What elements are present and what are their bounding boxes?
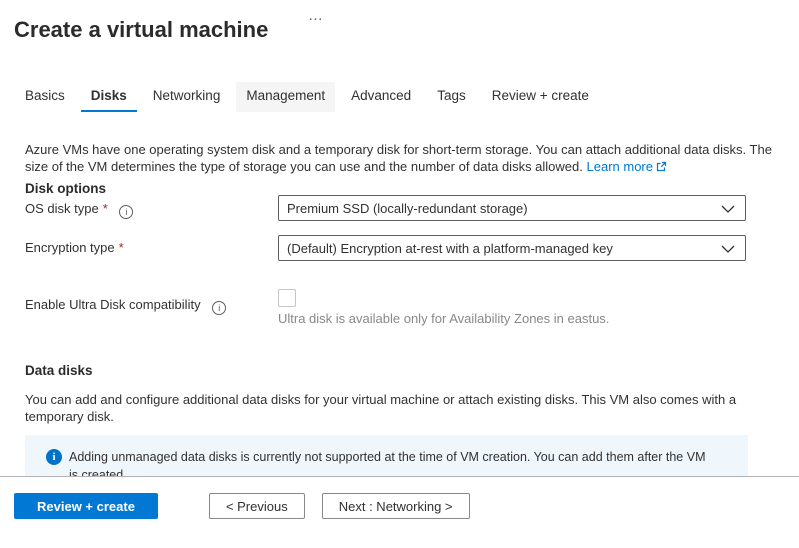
encryption-type-label: Encryption type * bbox=[25, 240, 124, 255]
footer-bar: Review + create < Previous Next : Networ… bbox=[0, 476, 799, 548]
encryption-type-label-text: Encryption type bbox=[25, 240, 115, 255]
tab-networking[interactable]: Networking bbox=[143, 82, 231, 112]
next-networking-button[interactable]: Next : Networking > bbox=[322, 493, 470, 519]
data-disks-heading: Data disks bbox=[25, 363, 93, 378]
data-disks-description: You can add and configure additional dat… bbox=[25, 391, 773, 425]
disk-options-heading: Disk options bbox=[25, 181, 106, 196]
tab-bar: Basics Disks Networking Management Advan… bbox=[25, 82, 605, 112]
chevron-down-icon bbox=[721, 201, 735, 216]
previous-button[interactable]: < Previous bbox=[209, 493, 305, 519]
tab-disks[interactable]: Disks bbox=[81, 82, 137, 112]
ultra-disk-checkbox[interactable] bbox=[278, 289, 296, 307]
ultra-disk-label-text: Enable Ultra Disk compatibility bbox=[25, 297, 201, 312]
external-link-icon bbox=[656, 159, 667, 176]
tab-tags[interactable]: Tags bbox=[427, 82, 476, 112]
learn-more-link[interactable]: Learn more bbox=[587, 159, 653, 174]
required-asterisk: * bbox=[119, 240, 124, 255]
os-disk-type-label-text: OS disk type bbox=[25, 201, 99, 216]
info-icon: i bbox=[46, 449, 62, 465]
chevron-down-icon bbox=[721, 241, 735, 256]
ultra-disk-label: Enable Ultra Disk compatibility i bbox=[25, 297, 226, 315]
encryption-type-value: (Default) Encryption at-rest with a plat… bbox=[287, 241, 613, 256]
tab-basics[interactable]: Basics bbox=[25, 82, 75, 112]
tab-review-create[interactable]: Review + create bbox=[482, 82, 599, 112]
required-asterisk: * bbox=[103, 201, 108, 216]
footer-buttons: Review + create < Previous Next : Networ… bbox=[0, 477, 799, 519]
tab-management[interactable]: Management bbox=[236, 82, 335, 112]
os-disk-type-value: Premium SSD (locally-redundant storage) bbox=[287, 201, 528, 216]
page-title: Create a virtual machine bbox=[14, 17, 268, 43]
intro-text: Azure VMs have one operating system disk… bbox=[25, 141, 773, 176]
ultra-disk-info-icon[interactable]: i bbox=[212, 301, 226, 315]
os-disk-type-label: OS disk type * i bbox=[25, 201, 133, 219]
review-create-button[interactable]: Review + create bbox=[14, 493, 158, 519]
ultra-disk-note: Ultra disk is available only for Availab… bbox=[278, 311, 609, 326]
tab-advanced[interactable]: Advanced bbox=[341, 82, 421, 112]
more-options-icon[interactable]: … bbox=[308, 7, 324, 24]
encryption-type-dropdown[interactable]: (Default) Encryption at-rest with a plat… bbox=[278, 235, 746, 261]
os-disk-type-info-icon[interactable]: i bbox=[119, 205, 133, 219]
os-disk-type-dropdown[interactable]: Premium SSD (locally-redundant storage) bbox=[278, 195, 746, 221]
